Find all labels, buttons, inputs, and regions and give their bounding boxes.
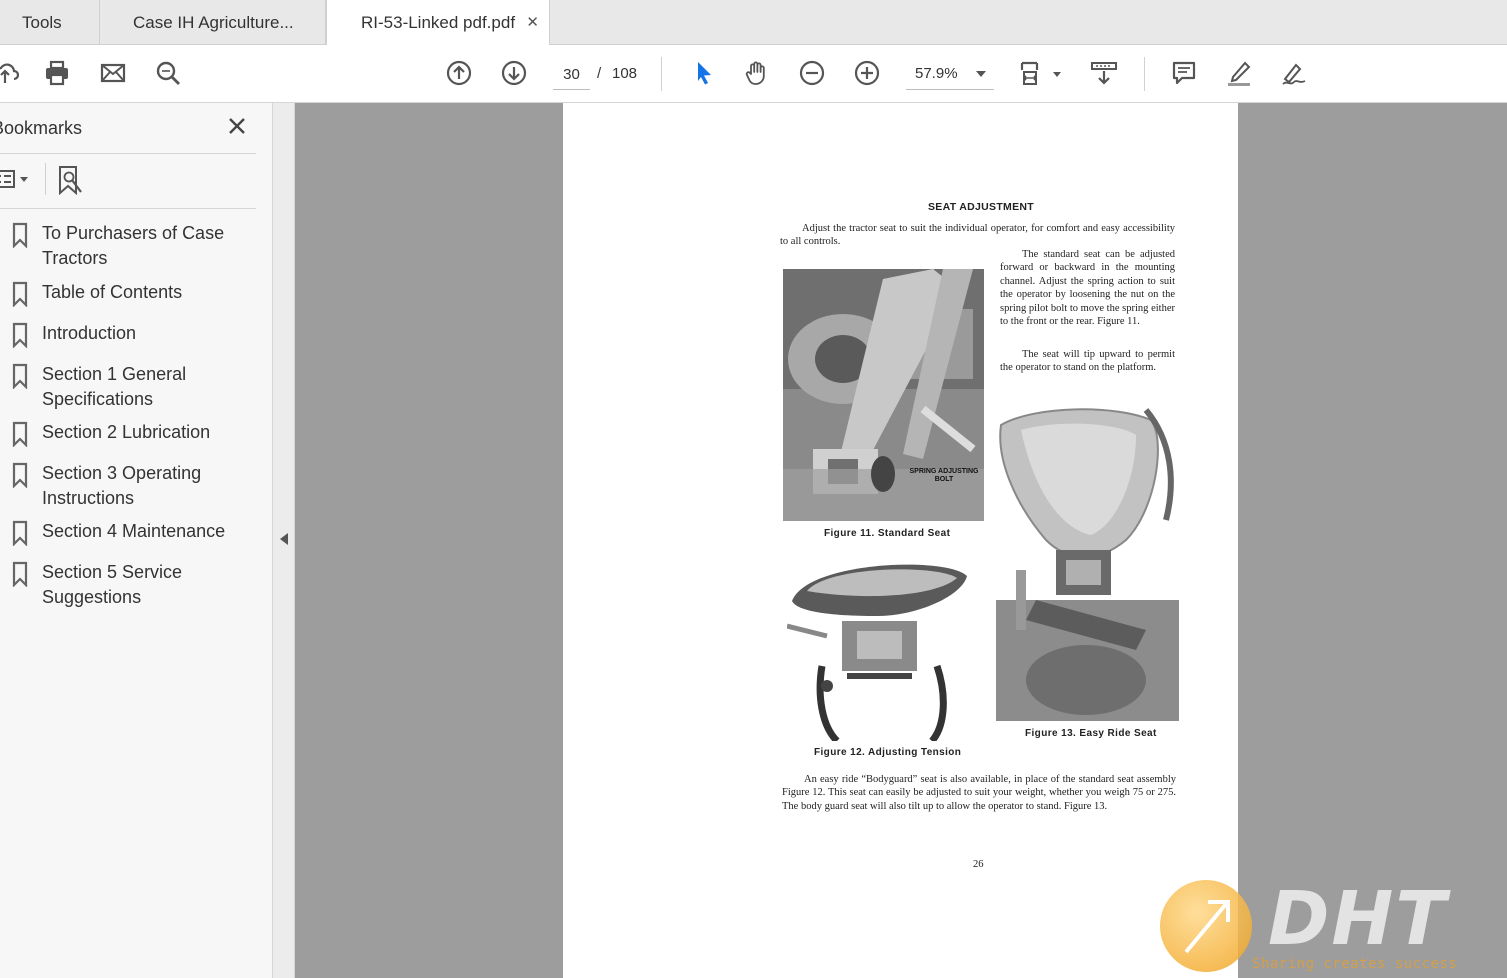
bookmark-icon (12, 421, 28, 447)
paragraph-bodyguard-seat: An easy ride “Bodyguard” seat is also av… (782, 774, 1176, 812)
bookmark-icon (12, 462, 28, 488)
pdf-page: SEAT ADJUSTMENT Adjust the tractor seat … (563, 103, 1238, 978)
paragraph-standard-seat: The standard seat can be adjusted forwar… (1000, 249, 1175, 328)
page-heading: SEAT ADJUSTMENT (928, 201, 1035, 213)
panel-collapse-handle[interactable] (273, 103, 295, 978)
zoom-value: 57.9% (915, 65, 958, 82)
bookmark-label: To Purchasers of Case Tractors (42, 223, 225, 268)
select-cursor-icon[interactable] (686, 56, 720, 90)
hand-icon[interactable] (740, 56, 774, 90)
fit-page-icon[interactable] (1014, 56, 1048, 90)
figure-13-caption: Figure 13. Easy Ride Seat (1025, 728, 1157, 739)
bookmark-icon (12, 322, 28, 348)
tab-document-active[interactable]: RI-53-Linked pdf.pdf ✕ (326, 0, 550, 46)
bookmark-label: Section 2 Lubrication (42, 422, 211, 442)
bookmark-item[interactable]: Section 5 Service Suggestions (0, 557, 260, 615)
page-down-icon[interactable] (497, 56, 531, 90)
bookmark-label: Table of Contents (42, 282, 183, 302)
tab-bar: Tools Case IH Agriculture... RI-53-Linke… (0, 0, 1507, 46)
figure-11-caption: Figure 11. Standard Seat (824, 528, 951, 539)
divider (0, 153, 256, 154)
bookmark-label: Section 1 General Specifications (42, 364, 187, 409)
bookmark-icon (12, 281, 28, 307)
close-icon[interactable] (226, 115, 248, 137)
scroll-mode-icon[interactable] (1087, 56, 1121, 90)
figure-11-photo: SPRING ADJUSTING BOLT (783, 269, 984, 521)
page-up-icon[interactable] (442, 56, 476, 90)
tab-tools-label: Tools (22, 12, 62, 32)
bookmark-label: Section 3 Operating Instructions (42, 463, 202, 508)
figure-12-caption: Figure 12. Adjusting Tension (814, 747, 962, 758)
tab-close-icon[interactable]: ✕ (526, 13, 539, 31)
zoom-out-icon[interactable] (795, 56, 829, 90)
bookmark-icon (12, 520, 28, 546)
bookmark-item[interactable]: Table of Contents (0, 277, 260, 312)
bookmark-item[interactable]: Section 4 Maintenance (0, 516, 260, 551)
figure-11-label: SPRING ADJUSTING BOLT (909, 468, 979, 483)
main-toolbar: / 108 57.9% (0, 45, 1507, 103)
bookmark-icon (12, 363, 28, 389)
page-footer-number: 26 (973, 859, 984, 870)
figure-13-photo (996, 400, 1179, 721)
zoom-dropdown[interactable]: 57.9% (906, 60, 994, 90)
page-separator: / (597, 65, 602, 82)
tab-doc1-label: Case IH Agriculture... (133, 12, 294, 32)
bookmarks-panel: Bookmarks To Purchasers of Case Tractors… (0, 103, 273, 978)
figure-12-photo (787, 556, 973, 741)
bookmark-icon (12, 222, 28, 248)
document-viewer[interactable]: SEAT ADJUSTMENT Adjust the tractor seat … (295, 103, 1507, 978)
highlight-icon[interactable] (1222, 56, 1256, 90)
email-icon[interactable] (96, 56, 130, 90)
chevron-down-icon (976, 71, 986, 77)
bookmark-options-icon[interactable] (0, 167, 34, 191)
bookmark-list: To Purchasers of Case Tractors Table of … (0, 218, 260, 615)
divider (0, 208, 256, 209)
bookmark-label: Introduction (42, 323, 137, 343)
search-icon[interactable] (151, 56, 185, 90)
chevron-left-icon (280, 533, 288, 545)
bookmark-item[interactable]: Section 3 Operating Instructions (0, 458, 260, 516)
sign-icon[interactable] (1277, 56, 1311, 90)
page-total: 108 (612, 65, 638, 82)
paragraph-tip-up: The seat will tip upward to permit the o… (1000, 349, 1175, 374)
page-number-input[interactable] (553, 60, 590, 90)
bookmark-item[interactable]: Introduction (0, 318, 260, 353)
bookmark-label: Section 5 Service Suggestions (42, 562, 183, 607)
paragraph-intro: Adjust the tractor seat to suit the indi… (780, 223, 1175, 248)
print-icon[interactable] (40, 56, 74, 90)
new-bookmark-icon[interactable] (57, 165, 85, 196)
divider (45, 163, 46, 195)
bookmark-label: Section 4 Maintenance (42, 521, 226, 541)
comment-icon[interactable] (1167, 56, 1201, 90)
bookmark-item[interactable]: Section 1 General Specifications (0, 359, 260, 417)
toolbar-divider (661, 57, 662, 91)
panel-title: Bookmarks (0, 118, 83, 138)
tab-doc2-label: RI-53-Linked pdf.pdf (361, 13, 516, 32)
upload-icon[interactable] (0, 56, 22, 90)
bookmark-item[interactable]: To Purchasers of Case Tractors (0, 218, 260, 276)
bookmark-item[interactable]: Section 2 Lubrication (0, 417, 260, 452)
toolbar-divider (1144, 57, 1145, 91)
tab-document-case-ih[interactable]: Case IH Agriculture... (100, 0, 326, 45)
chevron-down-icon[interactable] (1053, 72, 1061, 77)
zoom-in-icon[interactable] (850, 56, 884, 90)
bookmark-icon (12, 561, 28, 587)
tab-tools[interactable]: Tools (0, 0, 100, 45)
